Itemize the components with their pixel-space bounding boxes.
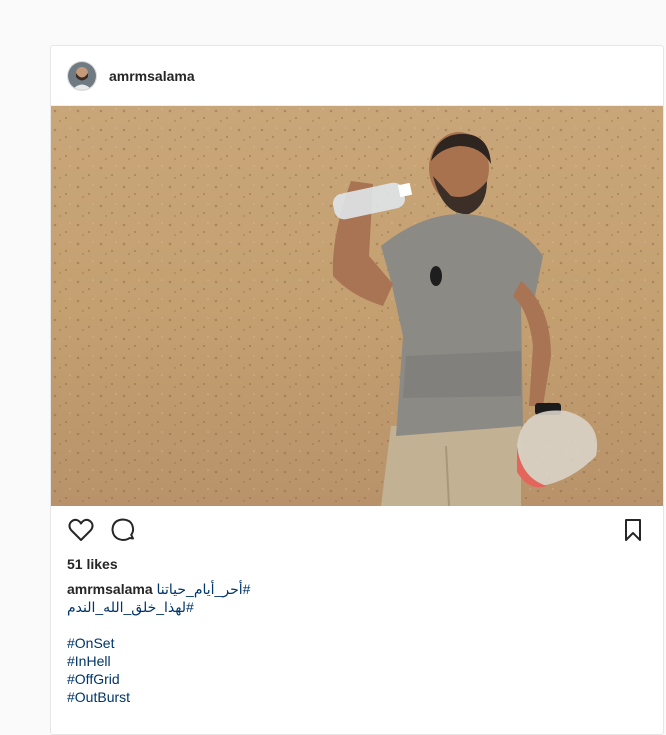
caption-line-1: amrmsalama #أحر_أيام_حياتنا (67, 580, 647, 598)
bookmark-icon (625, 519, 641, 541)
post-photo[interactable] (51, 106, 663, 506)
post-header: amrmsalama (51, 46, 663, 106)
hashtag-link[interactable]: #لهذا_خلق_الله_الندم (67, 599, 194, 615)
comment-bubble-icon (111, 518, 135, 541)
hashtag-link[interactable]: #أحر_أيام_حياتنا (157, 581, 251, 597)
hashtag-link[interactable]: #OnSet (67, 634, 647, 652)
hashtag-link[interactable]: #OutBurst (67, 688, 647, 706)
post-caption: amrmsalama #أحر_أيام_حياتنا #لهذا_خلق_ال… (51, 580, 663, 706)
post-actions (51, 506, 663, 554)
hashtag-link[interactable]: #InHell (67, 652, 647, 670)
like-button[interactable] (67, 516, 95, 544)
avatar[interactable] (67, 60, 97, 91)
post-card: amrmsalama 51 likes amrmsalama #أحر_أيام… (50, 45, 664, 735)
comment-button[interactable] (109, 516, 137, 544)
caption-username[interactable]: amrmsalama (67, 581, 153, 597)
heart-outline-icon (68, 518, 94, 541)
caption-line-2: #لهذا_خلق_الله_الندم (67, 598, 647, 616)
hashtag-link[interactable]: #OffGrid (67, 670, 647, 688)
caption-gap (67, 616, 647, 634)
post-username[interactable]: amrmsalama (109, 68, 195, 84)
save-button[interactable] (619, 516, 647, 544)
likes-count[interactable]: 51 likes (51, 554, 663, 574)
